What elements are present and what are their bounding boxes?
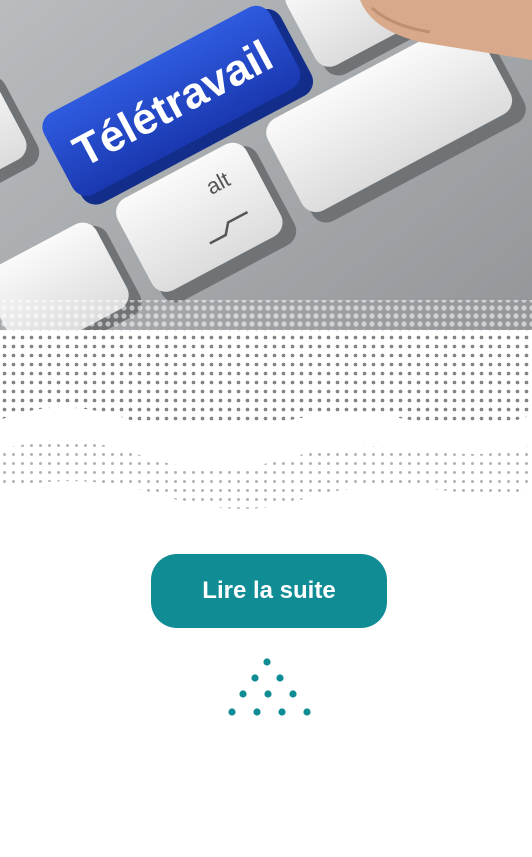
hero-image: { Télétravail alt bbox=[0, 0, 532, 530]
read-more-button[interactable]: Lire la suite bbox=[151, 554, 387, 628]
dot-triangle-icon bbox=[228, 658, 311, 716]
keyboard-illustration: { Télétravail alt bbox=[0, 0, 532, 530]
